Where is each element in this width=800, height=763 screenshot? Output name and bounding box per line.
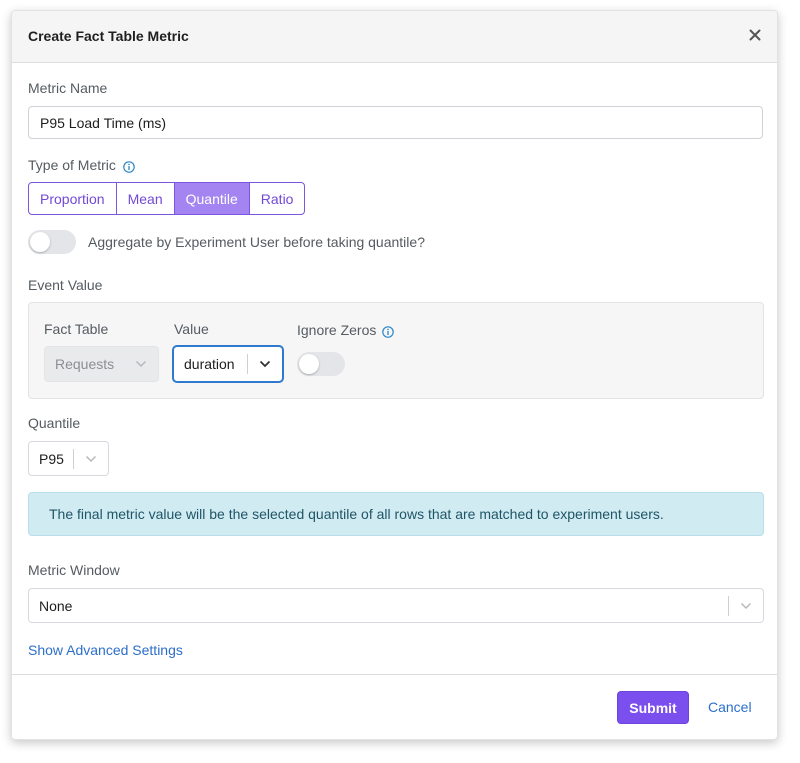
- value-column-select[interactable]: duration: [173, 346, 283, 382]
- info-icon[interactable]: [382, 325, 394, 338]
- metric-type-label: Type of Metric: [28, 157, 116, 173]
- event-value-panel: Fact Table Requests Value duration Ignor…: [28, 302, 764, 399]
- alert-text: The final metric value will be the selec…: [49, 506, 664, 522]
- quantile-select[interactable]: P95: [28, 441, 109, 476]
- aggregate-toggle-label: Aggregate by Experiment User before taki…: [88, 234, 425, 250]
- modal-footer: Submit Cancel: [12, 674, 777, 739]
- chevron-down-icon[interactable]: [729, 589, 763, 622]
- aggregate-toggle[interactable]: [28, 230, 76, 254]
- ignore-zeros-toggle[interactable]: [297, 352, 345, 376]
- submit-button[interactable]: Submit: [617, 691, 689, 724]
- quantile-value: P95: [39, 450, 64, 467]
- metric-type-proportion[interactable]: Proportion: [28, 182, 117, 215]
- cancel-button[interactable]: Cancel: [708, 699, 752, 715]
- metric-name-label: Metric Name: [28, 80, 108, 96]
- create-metric-modal: Create Fact Table Metric Metric Name Typ…: [11, 10, 778, 740]
- modal-header: Create Fact Table Metric: [12, 11, 777, 63]
- chevron-down-icon: [124, 347, 158, 381]
- chevron-down-icon[interactable]: [74, 442, 108, 475]
- info-icon[interactable]: [123, 160, 135, 173]
- chevron-down-icon[interactable]: [248, 347, 282, 381]
- event-value-label: Event Value: [28, 277, 103, 293]
- metric-type-selector: Proportion Mean Quantile Ratio: [28, 182, 306, 215]
- value-column-label: Value: [174, 321, 209, 337]
- fact-table-select: Requests: [44, 346, 159, 382]
- metric-window-label: Metric Window: [28, 562, 120, 578]
- toggle-knob: [30, 232, 50, 252]
- show-advanced-settings-link[interactable]: Show Advanced Settings: [28, 642, 183, 658]
- metric-name-input[interactable]: [28, 106, 763, 139]
- modal-title: Create Fact Table Metric: [28, 28, 189, 44]
- metric-window-value: None: [39, 597, 73, 614]
- close-icon[interactable]: [747, 27, 763, 43]
- metric-window-select[interactable]: None: [28, 588, 764, 623]
- ignore-zeros-label: Ignore Zeros: [297, 322, 377, 338]
- metric-type-mean[interactable]: Mean: [115, 182, 175, 215]
- metric-type-quantile[interactable]: Quantile: [173, 182, 250, 215]
- value-column-value: duration: [184, 356, 235, 372]
- quantile-label: Quantile: [28, 415, 81, 431]
- metric-type-ratio[interactable]: Ratio: [248, 182, 306, 215]
- fact-table-label: Fact Table: [44, 321, 109, 337]
- toggle-knob: [299, 354, 319, 374]
- quantile-info-alert: The final metric value will be the selec…: [28, 492, 764, 536]
- fact-table-value: Requests: [55, 356, 115, 372]
